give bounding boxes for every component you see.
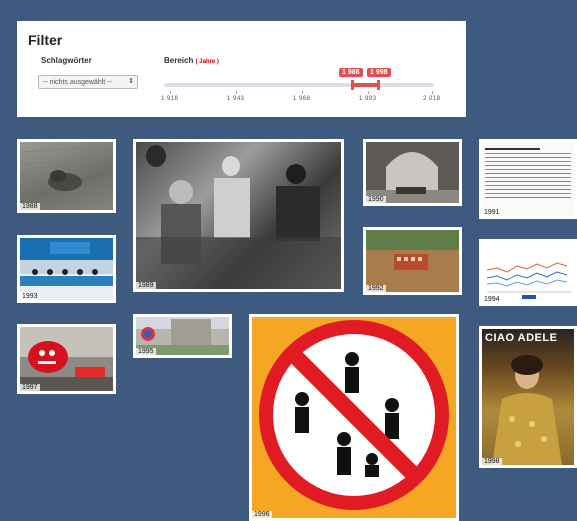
range-from-tag: 1 988 [339,68,363,77]
no-fighting-sign [259,320,449,510]
year-label: 1992 [366,285,386,292]
tick-label: 2 018 [423,96,441,102]
tick-mark [302,91,303,94]
thumbnail-1992[interactable]: 1992 [363,227,462,295]
thumbnail-1990[interactable]: 1990 [363,139,462,206]
range-slider-handle-to[interactable] [377,80,380,90]
range-slider-track[interactable] [164,80,434,90]
range-to-tag: 1 998 [367,68,391,77]
conference-photo-icon [20,238,113,300]
poster-title: CIAO ADELE [485,332,558,344]
sculpture-photo-icon [20,142,113,210]
poster-figure [492,355,562,465]
year-label: 1988 [20,203,40,210]
select-arrows-icon: ⇕ [128,78,134,85]
tick-mark [170,91,171,94]
sculpture-shape [20,145,113,201]
year-label: 1996 [252,511,272,518]
schlagwoerter-label: Schlagwörter [41,56,92,65]
arch-shape [366,142,459,203]
excavation-shape [366,230,459,292]
document-page-icon [482,142,574,216]
thumbnail-1997[interactable]: 1997 [17,324,116,394]
year-label: 1994 [482,296,502,303]
crowd-shapes [136,145,341,289]
range-slider-handle-from[interactable] [351,80,354,90]
tick-label: 1 968 [293,96,311,102]
adele-poster-icon: CIAO ADELE [482,329,574,465]
year-label: 1990 [366,196,386,203]
thumbnail-1995[interactable]: 1995 [133,314,232,358]
red-mascot-photo-icon [20,327,113,391]
range-slider-selection [352,83,378,87]
keyword-select[interactable]: -- nichts ausgewählt -- ⇕ [38,75,138,89]
range-label: Bereich ( Jahre ) [164,56,219,65]
crowd-photo-icon [136,142,341,289]
filter-title: Filter [28,32,63,48]
chart-shape [486,262,572,299]
thumbnail-1991[interactable]: 1991 [479,139,577,219]
tick-mark [236,91,237,94]
conference-shape [20,238,113,286]
arch-photo-icon [366,142,459,203]
no-fighting-sign-icon [252,317,456,518]
tick-label: 1 993 [359,96,377,102]
thumbnail-1996[interactable]: 1996 [249,314,459,521]
tick-mark [432,91,433,94]
excavation-photo-icon [366,230,459,292]
chart-page-icon [482,242,574,303]
thumbnail-1988[interactable]: 1988 [17,139,116,213]
range-title: Bereich [164,56,194,65]
range-unit: ( Jahre ) [195,59,219,65]
year-label: 1997 [20,384,40,391]
year-label: 1991 [482,209,502,216]
thumbnail-1993[interactable]: 1993 [17,235,116,303]
year-label: 1989 [136,282,156,289]
filter-panel: Filter Schlagwörter -- nichts ausgewählt… [17,21,466,117]
thumbnail-1989[interactable]: 1989 [133,139,344,292]
thumbnail-1998[interactable]: CIAO ADELE 1998 [479,326,577,468]
year-label: 1998 [482,458,502,465]
tick-label: 1 943 [227,96,245,102]
page: { "filter": { "title": "Filter", "schlag… [0,0,577,521]
year-label: 1993 [20,293,40,300]
tick-mark [368,91,369,94]
year-label: 1995 [136,348,156,355]
tick-label: 1 918 [161,96,179,102]
keyword-select-value: -- nichts ausgewählt -- [43,79,112,86]
mascot-shape [20,327,113,391]
thumbnail-1994[interactable]: 1994 [479,239,577,306]
